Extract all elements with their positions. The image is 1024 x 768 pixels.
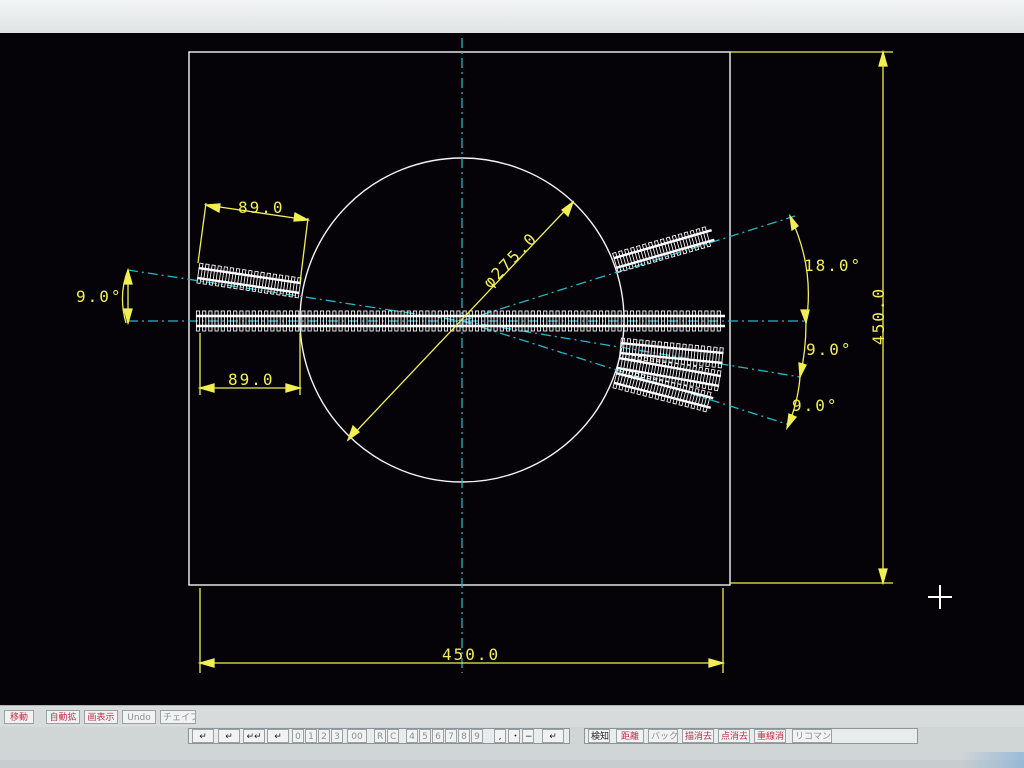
distance-button[interactable]: 距離 bbox=[616, 729, 644, 743]
digit-3-key[interactable]: 3 bbox=[331, 729, 343, 743]
dim-width-text: 450.0 bbox=[442, 645, 500, 664]
left-stub-track bbox=[196, 262, 302, 299]
digit-9-key[interactable]: 9 bbox=[471, 729, 483, 743]
enter-key-2[interactable]: ↵ bbox=[218, 729, 240, 743]
dim-top-left-text: 89.0 bbox=[238, 198, 285, 217]
upper-right-track bbox=[612, 226, 715, 274]
status-glow bbox=[960, 752, 1024, 768]
track-group bbox=[195, 226, 725, 413]
digit-6-key[interactable]: 6 bbox=[432, 729, 444, 743]
window-top-bar bbox=[0, 0, 1024, 34]
digit-7-key[interactable]: 7 bbox=[445, 729, 457, 743]
digit-4-key[interactable]: 4 bbox=[406, 729, 418, 743]
digit-1-key[interactable]: 1 bbox=[305, 729, 317, 743]
enter-key-3[interactable]: ↵↵ bbox=[243, 729, 265, 743]
dim-height-text: 450.0 bbox=[869, 287, 888, 345]
enter-key-4[interactable]: ↵ bbox=[267, 729, 289, 743]
drawing-svg[interactable]: 9.0° 89.0 89.0 φ275.0 18.0° 9.0° 9.0° 45… bbox=[0, 33, 1024, 705]
erase-point-button[interactable]: 点消去 bbox=[718, 729, 750, 743]
dim-angle-18-text: 18.0° bbox=[804, 256, 862, 275]
dim-angle-9-low-text: 9.0° bbox=[792, 396, 839, 415]
back-button[interactable]: バック bbox=[648, 729, 678, 743]
redraw-button[interactable]: 画表示 bbox=[84, 710, 118, 724]
detect-button[interactable]: 検知 bbox=[588, 729, 610, 743]
r-key[interactable]: R bbox=[374, 729, 386, 743]
crosshair-cursor-icon bbox=[928, 585, 952, 609]
enter-key-1[interactable]: ↵ bbox=[192, 729, 214, 743]
dim-diameter-text: φ275.0 bbox=[479, 228, 541, 291]
auto-zoom-button[interactable]: 自動拡 bbox=[46, 710, 80, 724]
c-key[interactable]: C bbox=[387, 729, 399, 743]
comma-key[interactable]: , bbox=[494, 729, 506, 743]
dim-angle-9-mid-text: 9.0° bbox=[806, 340, 853, 359]
centerlines bbox=[127, 38, 808, 673]
erase-drawing-button[interactable]: 描消去 bbox=[682, 729, 714, 743]
erase-overlap-button[interactable]: 重線消 bbox=[754, 729, 786, 743]
command-toolbar: 移動 自動拡 画表示 Undo チェイフ bbox=[0, 705, 1024, 728]
digit-0-key[interactable]: 0 bbox=[292, 729, 304, 743]
change-button[interactable]: チェイフ bbox=[160, 710, 196, 724]
digit-5-key[interactable]: 5 bbox=[419, 729, 431, 743]
right-track-1 bbox=[618, 337, 724, 369]
digit-00-key[interactable]: 00 bbox=[347, 729, 367, 743]
digit-2-key[interactable]: 2 bbox=[318, 729, 330, 743]
dimension-lines bbox=[121, 49, 893, 673]
digit-8-key[interactable]: 8 bbox=[458, 729, 470, 743]
move-button[interactable]: 移動 bbox=[4, 710, 34, 724]
enter-key-5[interactable]: ↵ bbox=[542, 729, 564, 743]
minus-key[interactable]: − bbox=[522, 729, 534, 743]
dim-bottom-left-text: 89.0 bbox=[228, 370, 275, 389]
dot-key[interactable]: ・ bbox=[508, 729, 520, 743]
cad-drawing-canvas[interactable]: 9.0° 89.0 89.0 φ275.0 18.0° 9.0° 9.0° 45… bbox=[0, 33, 1024, 705]
status-bar bbox=[0, 760, 1024, 768]
undo-button[interactable]: Undo bbox=[122, 710, 156, 724]
dim-angle-left-text: 9.0° bbox=[76, 287, 123, 306]
recommand-button[interactable]: リコマンド bbox=[792, 729, 832, 743]
